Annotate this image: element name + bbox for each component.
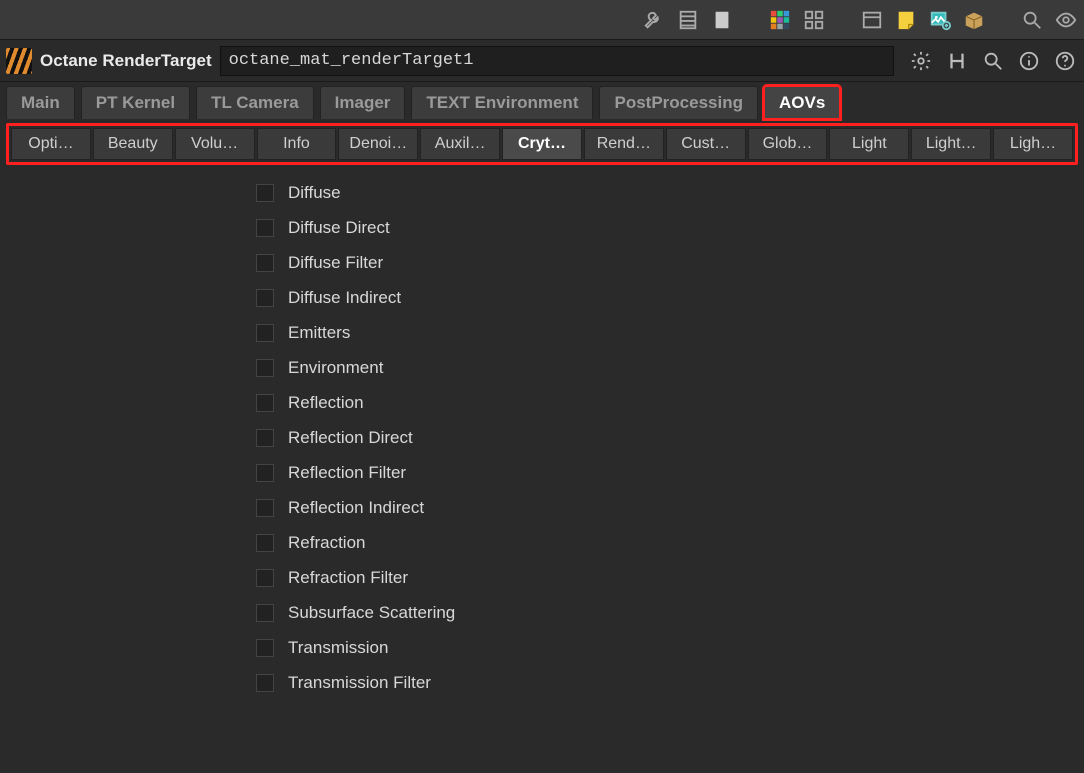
help-icon[interactable] [1052,48,1078,74]
checkbox-reflection-filter[interactable] [256,464,274,482]
aov-label: Refraction [288,533,365,553]
aov-row-diffuse: Diffuse [256,175,1084,210]
aov-label: Diffuse Indirect [288,288,401,308]
aov-label: Emitters [288,323,350,343]
aov-label: Reflection Direct [288,428,413,448]
subtab-3[interactable]: Info [257,128,337,160]
subtab-0[interactable]: Opti… [11,128,91,160]
aov-row-refraction-filter: Refraction Filter [256,560,1084,595]
subtab-6[interactable]: Cryt… [502,128,582,160]
checkbox-reflection[interactable] [256,394,274,412]
subtab-1[interactable]: Beauty [93,128,173,160]
aov-row-reflection-direct: Reflection Direct [256,420,1084,455]
tab-pt-kernel[interactable]: PT Kernel [81,86,190,119]
tab-imager[interactable]: Imager [320,86,406,119]
checkbox-transmission[interactable] [256,639,274,657]
subtab-9[interactable]: Glob… [748,128,828,160]
sub-tabs-highlight: Opti…BeautyVolu…InfoDenoi…Auxil…Cryt…Ren… [6,123,1078,165]
aov-row-reflection-indirect: Reflection Indirect [256,490,1084,525]
search-icon[interactable] [1018,6,1046,34]
aov-label: Environment [288,358,383,378]
aov-row-emitters: Emitters [256,315,1084,350]
subtab-4[interactable]: Denoi… [338,128,418,160]
aov-label: Reflection Indirect [288,498,424,518]
checkbox-transmission-filter[interactable] [256,674,274,692]
aov-row-diffuse-filter: Diffuse Filter [256,245,1084,280]
aov-label: Diffuse Filter [288,253,383,273]
title-bar: Octane RenderTarget [0,40,1084,82]
subtab-5[interactable]: Auxil… [420,128,500,160]
aov-row-reflection: Reflection [256,385,1084,420]
wrench-icon[interactable] [640,6,668,34]
checkbox-reflection-indirect[interactable] [256,499,274,517]
tab-postprocessing[interactable]: PostProcessing [599,86,758,119]
aov-row-environment: Environment [256,350,1084,385]
checkbox-environment[interactable] [256,359,274,377]
checkbox-reflection-direct[interactable] [256,429,274,447]
aov-label: Reflection [288,393,364,413]
top-toolbar [0,0,1084,40]
subtab-12[interactable]: Ligh… [993,128,1073,160]
subtab-2[interactable]: Volu… [175,128,255,160]
checkbox-refraction[interactable] [256,534,274,552]
box-icon[interactable] [960,6,988,34]
aov-label: Reflection Filter [288,463,406,483]
subtab-7[interactable]: Rend… [584,128,664,160]
aov-row-diffuse-direct: Diffuse Direct [256,210,1084,245]
info-icon[interactable] [1016,48,1042,74]
subtab-11[interactable]: Light… [911,128,991,160]
page-icon[interactable] [708,6,736,34]
checkbox-emitters[interactable] [256,324,274,342]
aov-row-transmission-filter: Transmission Filter [256,665,1084,700]
checkbox-diffuse-indirect[interactable] [256,289,274,307]
tab-main[interactable]: Main [6,86,75,119]
note-icon[interactable] [892,6,920,34]
tab-tl-camera[interactable]: TL Camera [196,86,314,119]
aov-row-transmission: Transmission [256,630,1084,665]
aov-label: Transmission [288,638,388,658]
gear-icon[interactable] [908,48,934,74]
aov-row-diffuse-indirect: Diffuse Indirect [256,280,1084,315]
aov-label: Transmission Filter [288,673,431,693]
app-title: Octane RenderTarget [40,51,212,71]
sub-tabs: Opti…BeautyVolu…InfoDenoi…Auxil…Cryt…Ren… [11,128,1073,160]
aov-row-refraction: Refraction [256,525,1084,560]
eye-icon[interactable] [1052,6,1080,34]
tab-text-environment[interactable]: TEXT Environment [411,86,593,119]
main-tabs: MainPT KernelTL CameraImagerTEXT Environ… [0,82,1084,119]
image-add-icon[interactable] [926,6,954,34]
subtab-8[interactable]: Cust… [666,128,746,160]
film-icon[interactable] [674,6,702,34]
aov-label: Diffuse [288,183,341,203]
aov-row-subsurface-scattering: Subsurface Scattering [256,595,1084,630]
titlebar-right-icons [902,48,1078,74]
window-icon[interactable] [858,6,886,34]
subtab-10[interactable]: Light [829,128,909,160]
aov-label: Diffuse Direct [288,218,390,238]
aov-label: Refraction Filter [288,568,408,588]
tab-aovs[interactable]: AOVs [764,86,840,119]
checkbox-diffuse-filter[interactable] [256,254,274,272]
node-path-input[interactable] [220,46,894,76]
color-grid-icon[interactable] [766,6,794,34]
aov-label: Subsurface Scattering [288,603,455,623]
h-letter-icon[interactable] [944,48,970,74]
checkbox-subsurface-scattering[interactable] [256,604,274,622]
checkbox-refraction-filter[interactable] [256,569,274,587]
search-small-icon[interactable] [980,48,1006,74]
aov-row-reflection-filter: Reflection Filter [256,455,1084,490]
octane-logo-icon [6,48,32,74]
checkbox-diffuse-direct[interactable] [256,219,274,237]
aov-checkbox-panel: Diffuse Diffuse Direct Diffuse Filter Diffu… [0,165,1084,700]
grid-icon[interactable] [800,6,828,34]
checkbox-diffuse[interactable] [256,184,274,202]
